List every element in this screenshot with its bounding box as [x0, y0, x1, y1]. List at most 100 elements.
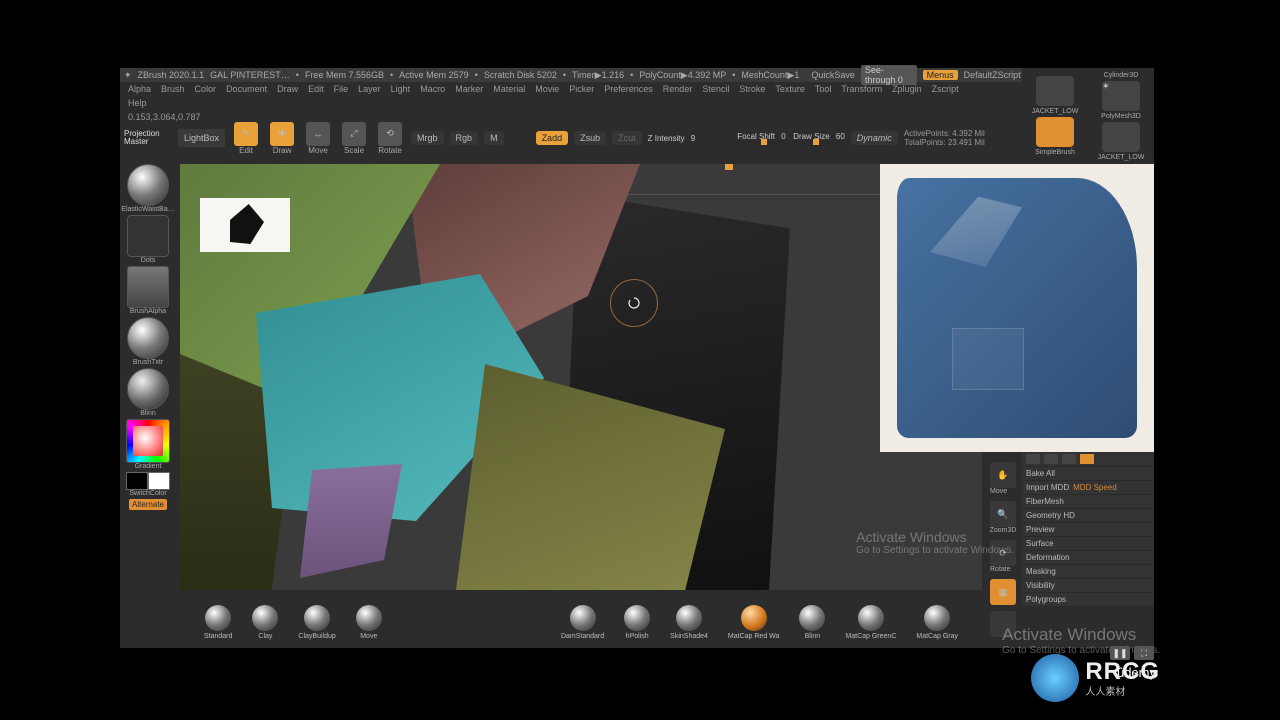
mat-blinn-icon[interactable]	[799, 605, 825, 631]
zcut-toggle[interactable]: Zcut	[612, 131, 642, 145]
rotate-view-button[interactable]: ⟳	[990, 540, 1016, 566]
menu-alpha[interactable]: Alpha	[128, 84, 151, 94]
scale-mode-button[interactable]: ⤢	[342, 122, 366, 146]
import-mdd-button[interactable]: Import MDD	[1026, 483, 1069, 492]
brush-hpolish-icon[interactable]	[624, 605, 650, 631]
brush-clay-icon[interactable]	[252, 605, 278, 631]
switch-color-label: SwitchColor	[129, 490, 166, 497]
menu-stroke[interactable]: Stroke	[739, 84, 765, 94]
move-view-button[interactable]: ✋	[990, 462, 1016, 488]
jacket-low-thumb[interactable]	[1102, 122, 1140, 152]
section-polygroups[interactable]: Polygroups	[1026, 595, 1066, 604]
brush-icon	[127, 164, 169, 206]
switch-color-slot[interactable]: SwitchColor	[124, 472, 172, 497]
brush-claybuildup-icon[interactable]	[304, 605, 330, 631]
bake-all-button[interactable]: Bake All	[1026, 469, 1055, 478]
section-fibermesh[interactable]: FiberMesh	[1026, 497, 1064, 506]
material-slot[interactable]: Blinn	[124, 368, 172, 417]
color-white-swatch[interactable]	[148, 472, 170, 490]
brush-move-icon[interactable]	[356, 605, 382, 631]
menu-zscript[interactable]: Zscript	[932, 84, 959, 94]
edit-label: Edit	[231, 146, 261, 155]
simplebrush-thumb[interactable]	[1036, 117, 1074, 147]
menu-draw[interactable]: Draw	[277, 84, 298, 94]
menu-light[interactable]: Light	[391, 84, 411, 94]
rgb-toggle[interactable]: Rgb	[450, 131, 479, 145]
seethrough-slider[interactable]: See-through 0	[861, 65, 917, 85]
edit-mode-button[interactable]: ✎	[234, 122, 258, 146]
focal-shift-slider[interactable]: Focal Shift 0	[737, 132, 787, 144]
bpr-button[interactable]	[990, 611, 1016, 637]
section-deformation[interactable]: Deformation	[1026, 553, 1070, 562]
m-toggle[interactable]: M	[484, 131, 504, 145]
draw-label: Draw	[267, 146, 297, 155]
brush-damstandard-icon[interactable]	[570, 605, 596, 631]
frame-button[interactable]: ▦	[990, 579, 1016, 605]
menu-movie[interactable]: Movie	[535, 84, 559, 94]
menu-macro[interactable]: Macro	[420, 84, 445, 94]
projection-master-button[interactable]: Projection Master	[124, 130, 172, 146]
active-tool-thumb[interactable]	[1036, 76, 1074, 106]
draw-size-slider[interactable]: Draw Size 60	[793, 132, 845, 144]
menu-zplugin[interactable]: Zplugin	[892, 84, 922, 94]
draw-mode-button[interactable]: ✚	[270, 122, 294, 146]
brush-slot[interactable]: ElasticWaistBa…	[124, 164, 172, 213]
menu-color[interactable]: Color	[195, 84, 217, 94]
section-visibility[interactable]: Visibility	[1026, 581, 1055, 590]
brush-standard-icon[interactable]	[205, 605, 231, 631]
menu-marker[interactable]: Marker	[455, 84, 483, 94]
color-black-swatch[interactable]	[126, 472, 148, 490]
mat-gray-icon[interactable]	[924, 605, 950, 631]
menu-stencil[interactable]: Stencil	[702, 84, 729, 94]
main-menu: Alpha Brush Color Document Draw Edit Fil…	[120, 82, 1154, 96]
mrgb-toggle[interactable]: Mrgb	[411, 131, 444, 145]
section-geometry-hd[interactable]: Geometry HD	[1026, 511, 1075, 520]
z-intensity-value: 9	[691, 134, 695, 143]
menu-transform[interactable]: Transform	[841, 84, 882, 94]
menu-tool[interactable]: Tool	[815, 84, 832, 94]
zsub-toggle[interactable]: Zsub	[574, 131, 606, 145]
viewport[interactable]	[180, 164, 982, 590]
move-mode-button[interactable]: ↔	[306, 122, 330, 146]
free-mem: Free Mem 7.556GB	[305, 70, 384, 80]
menu-help[interactable]: Help	[128, 98, 147, 108]
menu-preferences[interactable]: Preferences	[604, 84, 653, 94]
stroke-slot[interactable]: Dots	[124, 215, 172, 264]
polymesh-thumb[interactable]: ✶	[1102, 81, 1140, 111]
alpha-slot[interactable]: BrushAlpha	[124, 266, 172, 315]
menu-file[interactable]: File	[334, 84, 349, 94]
color-picker-slot[interactable]: Gradient	[124, 419, 172, 470]
mat-green-icon[interactable]	[858, 605, 884, 631]
zadd-toggle[interactable]: Zadd	[536, 131, 569, 145]
menu-layer[interactable]: Layer	[358, 84, 381, 94]
scale-icon: ⤢	[350, 128, 357, 139]
texture-slot[interactable]: BrushTxtr	[124, 317, 172, 366]
default-zscript[interactable]: DefaultZScript	[964, 70, 1021, 80]
z-intensity-slider[interactable]: Z Intensity 9	[648, 134, 696, 143]
section-masking[interactable]: Masking	[1026, 567, 1056, 576]
rrcg-icon	[1031, 654, 1079, 702]
menus-toggle[interactable]: Menus	[923, 70, 958, 80]
grid-icon: ▦	[999, 587, 1008, 598]
section-preview[interactable]: Preview	[1026, 525, 1054, 534]
mat-red-wax-icon[interactable]	[741, 605, 767, 631]
brush-clay-label: Clay	[258, 633, 272, 640]
menu-texture[interactable]: Texture	[775, 84, 805, 94]
dynamic-toggle[interactable]: Dynamic	[851, 131, 898, 145]
mat-skinshade-icon[interactable]	[676, 605, 702, 631]
menu-material[interactable]: Material	[493, 84, 525, 94]
menu-picker[interactable]: Picker	[569, 84, 594, 94]
zoom-view-button[interactable]: 🔍	[990, 501, 1016, 527]
scale-label: Scale	[339, 146, 369, 155]
menu-edit[interactable]: Edit	[308, 84, 324, 94]
alternate-button[interactable]: Alternate	[129, 499, 167, 510]
quicksave-button[interactable]: QuickSave	[811, 70, 855, 80]
simplebrush-label: SimpleBrush	[1035, 149, 1075, 156]
section-surface[interactable]: Surface	[1026, 539, 1054, 548]
lightbox-button[interactable]: LightBox	[178, 129, 225, 147]
menu-document[interactable]: Document	[226, 84, 267, 94]
tool-subpalette: Bake All Import MDDMDD Speed FiberMesh G…	[1022, 452, 1154, 607]
menu-render[interactable]: Render	[663, 84, 693, 94]
rotate-mode-button[interactable]: ⟲	[378, 122, 402, 146]
menu-brush[interactable]: Brush	[161, 84, 185, 94]
